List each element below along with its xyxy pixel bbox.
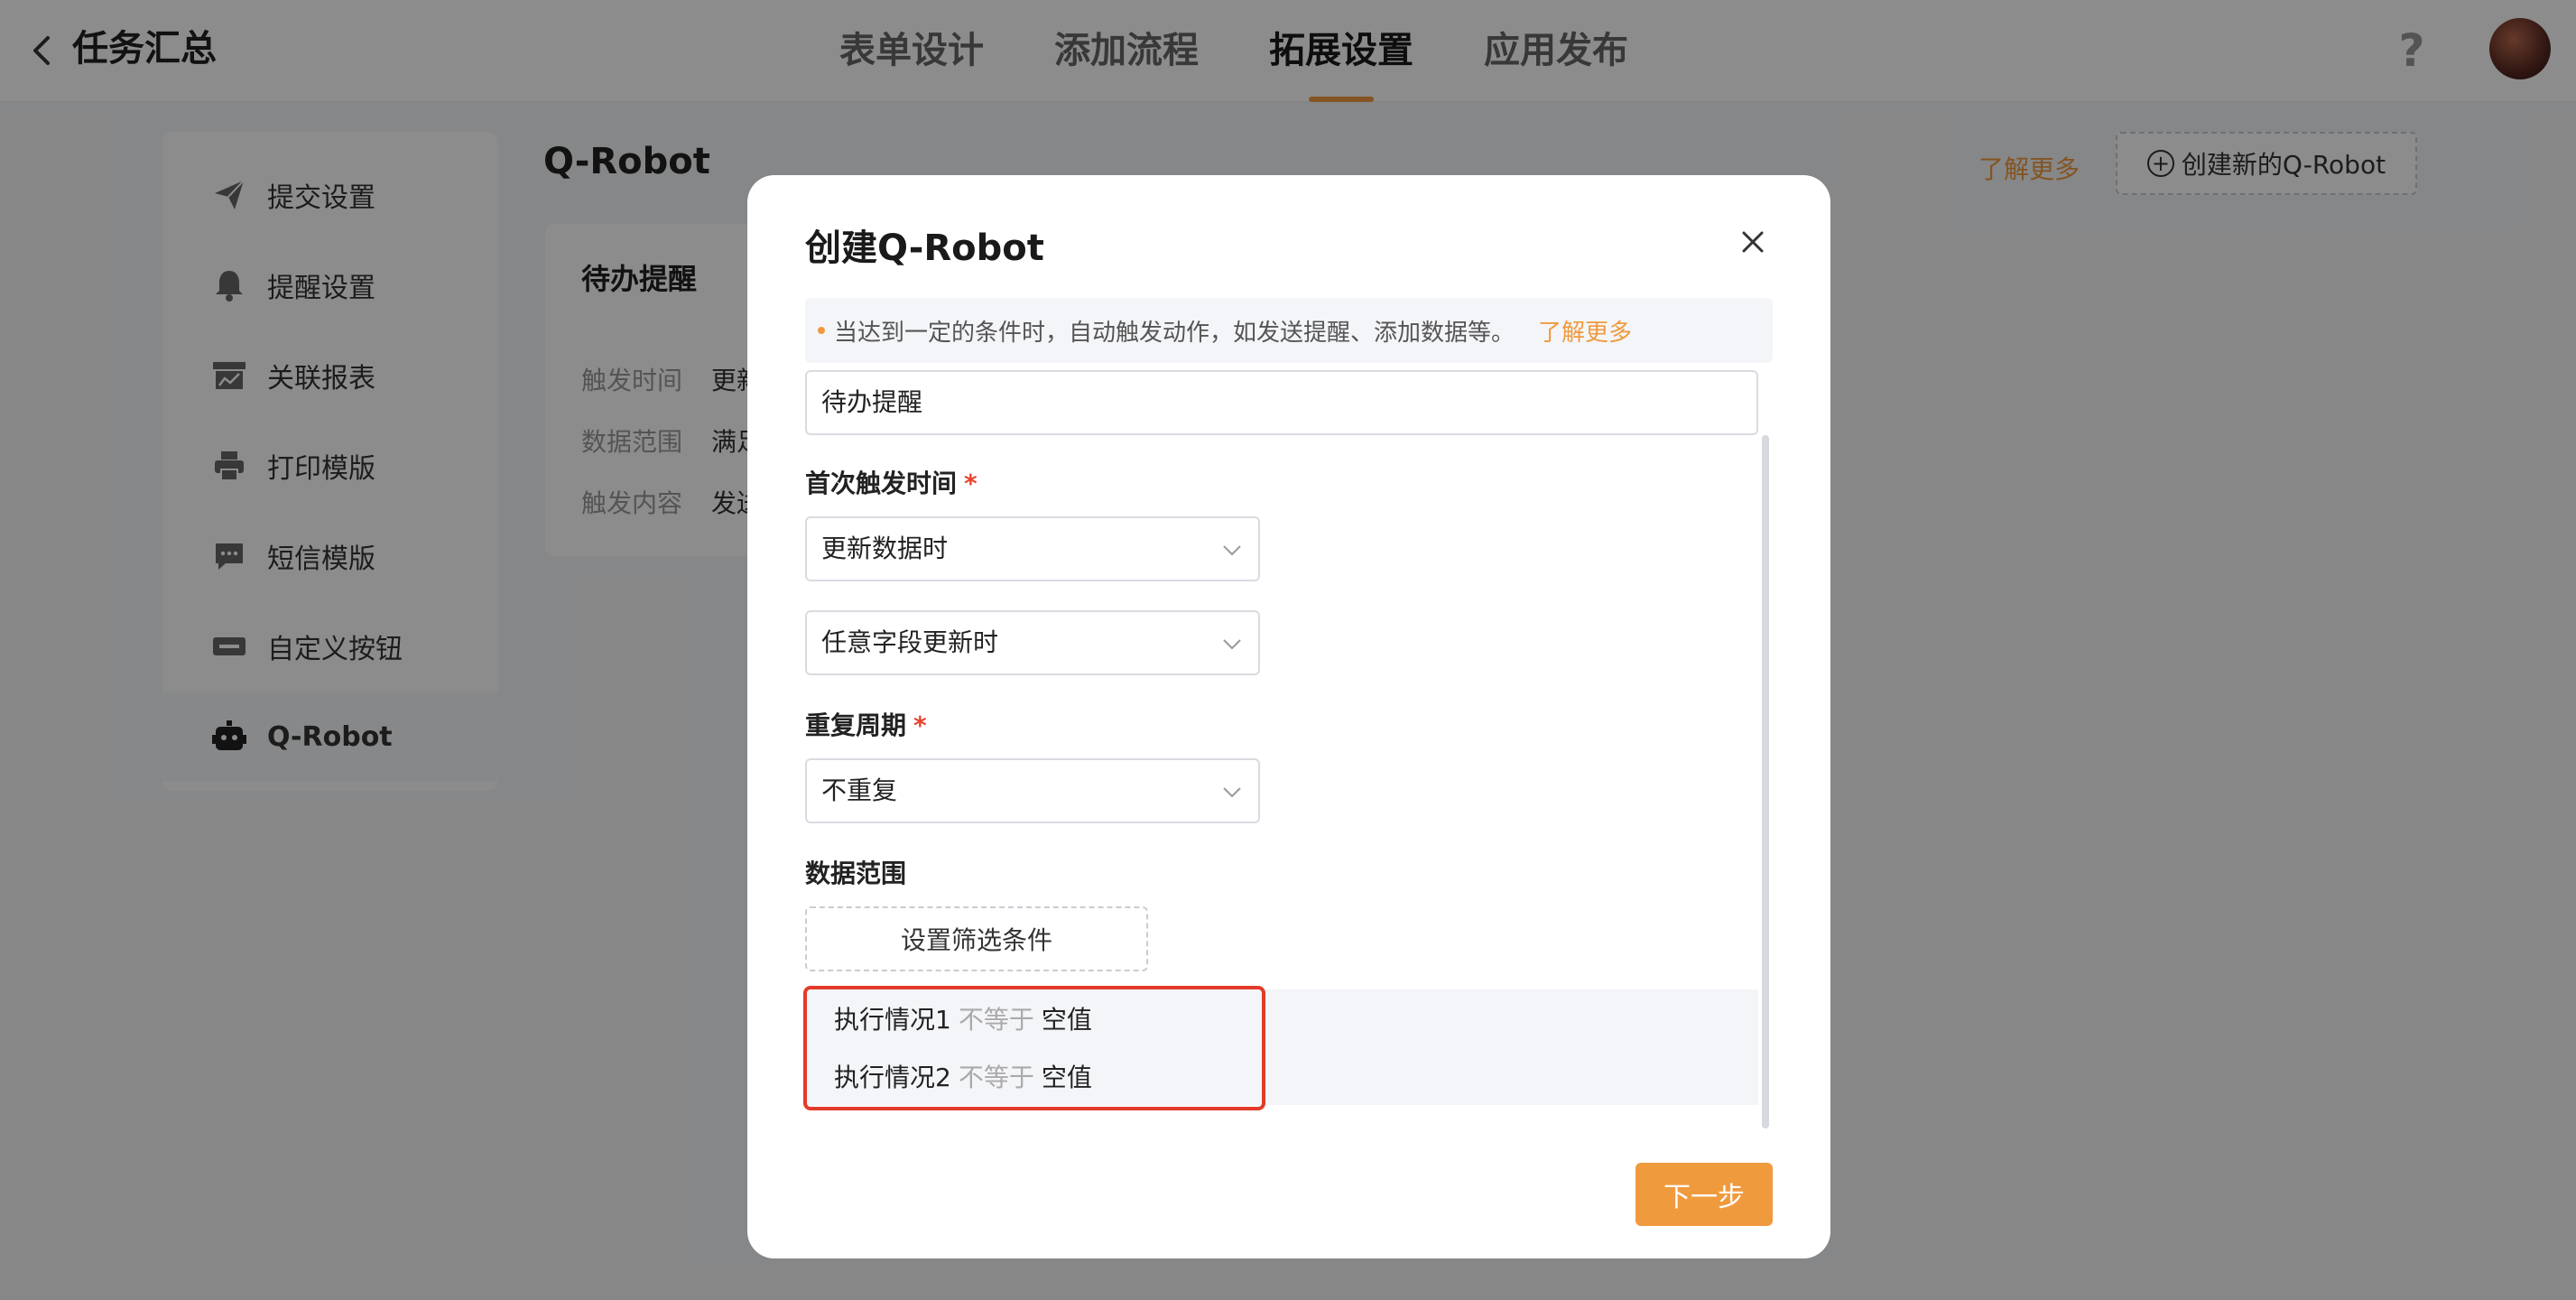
repeat-value: 不重复 xyxy=(821,775,898,805)
chevron-down-icon xyxy=(1223,787,1241,798)
set-filter-button[interactable]: 设置筛选条件 xyxy=(805,906,1148,971)
close-icon[interactable] xyxy=(1735,224,1771,260)
first-trigger-label: 首次触发时间 * xyxy=(805,464,978,500)
repeat-label-text: 重复周期 xyxy=(805,710,907,740)
chevron-down-icon xyxy=(1223,639,1241,650)
info-tip: 当达到一定的条件时，自动触发动作，如发送提醒、添加数据等。 了解更多 xyxy=(805,298,1773,363)
required-mark: * xyxy=(913,710,927,740)
create-q-robot-modal: 创建Q-Robot 当达到一定的条件时，自动触发动作，如发送提醒、添加数据等。 … xyxy=(747,175,1830,1258)
robot-name-input[interactable]: 待办提醒 xyxy=(805,370,1758,435)
next-step-button[interactable]: 下一步 xyxy=(1635,1163,1773,1226)
chevron-down-icon xyxy=(1223,545,1241,556)
field-trigger-value: 任意字段更新时 xyxy=(821,627,999,657)
repeat-select[interactable]: 不重复 xyxy=(805,758,1260,823)
scrollbar-thumb[interactable] xyxy=(1762,435,1769,1128)
field-trigger-select[interactable]: 任意字段更新时 xyxy=(805,610,1260,675)
tip-dot-icon xyxy=(818,327,825,334)
first-trigger-select[interactable]: 更新数据时 xyxy=(805,516,1260,581)
tip-learn-more-link[interactable]: 了解更多 xyxy=(1538,314,1632,348)
first-trigger-value: 更新数据时 xyxy=(821,534,949,563)
repeat-label: 重复周期 * xyxy=(805,706,927,742)
required-mark: * xyxy=(964,469,978,498)
data-range-label: 数据范围 xyxy=(805,859,907,888)
modal-title: 创建Q-Robot xyxy=(805,228,1044,269)
modal-scrollbar[interactable] xyxy=(1762,435,1769,1128)
highlight-annotation-box xyxy=(803,986,1265,1110)
tip-text: 当达到一定的条件时，自动触发动作，如发送提醒、添加数据等。 xyxy=(834,319,1515,347)
first-trigger-label-text: 首次触发时间 xyxy=(805,469,958,498)
